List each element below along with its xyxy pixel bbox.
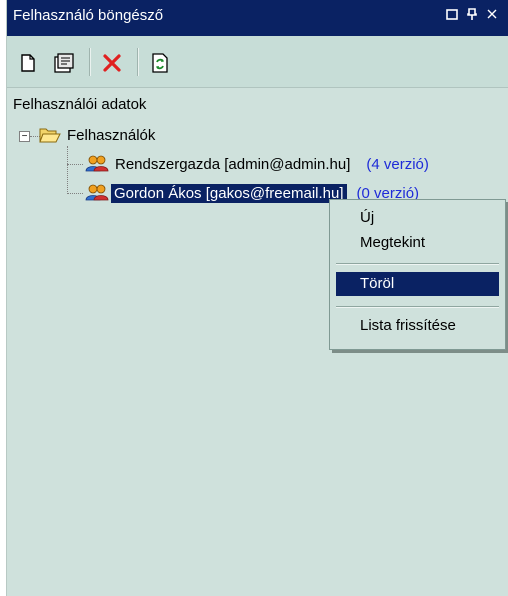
refresh-icon	[152, 53, 168, 73]
properties-button[interactable]	[51, 50, 77, 76]
tree-connector	[67, 146, 68, 194]
new-user-button[interactable]	[15, 50, 41, 76]
toolbar	[7, 36, 508, 88]
delete-icon	[103, 54, 121, 72]
delete-button[interactable]	[99, 50, 125, 76]
new-document-icon	[21, 54, 35, 72]
tree-node-user[interactable]: Rendszergazda [admin@admin.hu] (4 verzió…	[85, 154, 429, 174]
user-version-count[interactable]: (4 verzió)	[366, 156, 429, 173]
collapse-toggle[interactable]: −	[19, 131, 30, 142]
menu-separator	[336, 263, 499, 265]
context-menu: Új Megtekint Töröl Lista frissítése	[329, 199, 506, 350]
refresh-button[interactable]	[147, 50, 173, 76]
close-icon	[487, 9, 497, 19]
properties-icon	[54, 53, 74, 73]
menu-separator	[336, 306, 499, 308]
user-name: Rendszergazda [admin@admin.hu]	[115, 155, 351, 173]
tree-node-users-folder[interactable]: Felhasználók	[39, 126, 155, 144]
panel-title: Felhasználó böngésző	[13, 7, 164, 24]
maximize-button[interactable]	[443, 7, 461, 25]
menu-item-delete[interactable]: Töröl	[336, 272, 499, 296]
toolbar-separator	[137, 48, 139, 76]
folder-open-icon	[39, 128, 61, 143]
tree-root-label: Felhasználói adatok	[13, 96, 147, 113]
panel-titlebar: Felhasználó böngésző	[7, 0, 508, 36]
tree-connector	[67, 193, 83, 194]
user-name-selected: Gordon Ákos [gakos@freemail.hu]	[111, 183, 347, 203]
folder-label: Felhasználók	[67, 126, 156, 144]
menu-item-new[interactable]: Új	[336, 206, 499, 230]
tree-connector	[67, 164, 83, 165]
maximize-icon	[446, 9, 458, 20]
menu-item-refresh-list[interactable]: Lista frissítése	[336, 314, 499, 338]
users-icon	[85, 155, 109, 172]
close-button[interactable]	[483, 7, 501, 25]
pin-button[interactable]	[463, 7, 481, 25]
users-icon	[85, 184, 109, 201]
menu-item-view[interactable]: Megtekint	[336, 231, 499, 255]
pin-icon	[467, 8, 477, 20]
user-browser-panel: Felhasználó böngésző Felhasználói adatok…	[6, 0, 508, 596]
toolbar-separator	[89, 48, 91, 76]
